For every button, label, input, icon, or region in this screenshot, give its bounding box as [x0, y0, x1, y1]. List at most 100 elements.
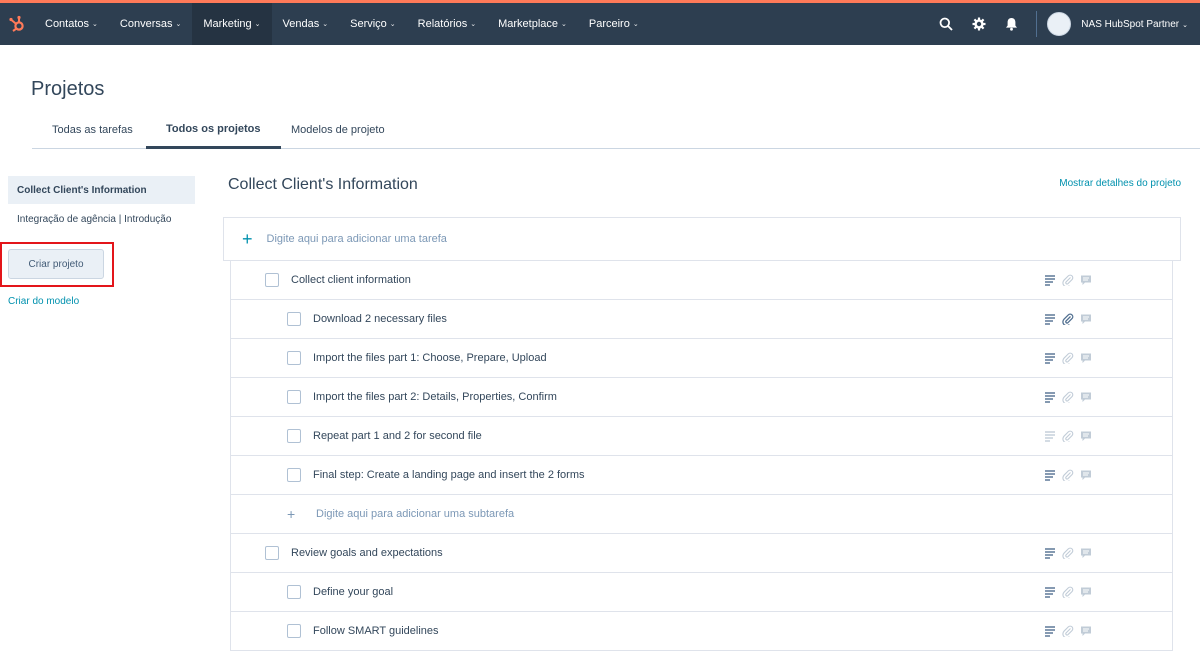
- nav-divider: [1036, 11, 1038, 37]
- tab-project-templates[interactable]: Modelos de projeto: [271, 112, 405, 148]
- nav-relatorios[interactable]: Relatórios ⌄: [407, 3, 487, 45]
- task-row[interactable]: Define your goal: [231, 573, 1172, 612]
- task-icons: [1044, 352, 1092, 364]
- comment-icon[interactable]: [1080, 547, 1092, 559]
- task-row[interactable]: Final step: Create a landing page and in…: [231, 456, 1172, 495]
- search-icon[interactable]: [929, 3, 962, 45]
- task-label: Import the files part 2: Details, Proper…: [313, 391, 557, 403]
- task-checkbox[interactable]: [287, 312, 301, 326]
- attachment-icon[interactable]: [1062, 586, 1074, 598]
- nav-label: Marketing: [203, 18, 252, 30]
- task-row[interactable]: Import the files part 1: Choose, Prepare…: [231, 339, 1172, 378]
- task-label: Follow SMART guidelines: [313, 625, 439, 637]
- top-navigation: Contatos ⌄ Conversas ⌄ Marketing ⌄ Vendas ⌄ …: [0, 3, 1200, 45]
- task-checkbox[interactable]: [287, 390, 301, 404]
- comment-icon[interactable]: [1080, 352, 1092, 364]
- nav-label: Conversas: [119, 18, 173, 30]
- task-checkbox[interactable]: [265, 546, 279, 560]
- task-checkbox[interactable]: [287, 351, 301, 365]
- sidebar-item-agency-integration[interactable]: Integração de agência | Introdução: [8, 205, 195, 233]
- bell-icon[interactable]: [995, 3, 1028, 45]
- task-checkbox[interactable]: [265, 273, 279, 287]
- plus-icon: +: [287, 506, 296, 522]
- description-icon[interactable]: [1044, 586, 1056, 598]
- task-label: Review goals and expectations: [291, 547, 443, 559]
- task-row[interactable]: Download 2 necessary files: [231, 300, 1172, 339]
- task-checkbox[interactable]: [287, 468, 301, 482]
- gear-icon[interactable]: [962, 3, 995, 45]
- task-row[interactable]: Repeat part 1 and 2 for second file: [231, 417, 1172, 456]
- task-icons: [1044, 430, 1092, 442]
- description-icon[interactable]: [1044, 313, 1056, 325]
- nav-marketplace[interactable]: Marketplace ⌄: [487, 3, 578, 45]
- task-row[interactable]: Collect client information: [231, 261, 1172, 300]
- comment-icon[interactable]: [1080, 313, 1092, 325]
- chevron-down-icon: ⌄: [322, 21, 329, 28]
- nav-servico[interactable]: Serviço ⌄: [339, 3, 407, 45]
- chevron-down-icon: ⌄: [561, 21, 567, 28]
- account-menu[interactable]: NAS HubSpot Partner ⌄: [1081, 19, 1188, 30]
- comment-icon[interactable]: [1080, 391, 1092, 403]
- chevron-down-icon: ⌄: [470, 21, 477, 28]
- description-icon[interactable]: [1044, 391, 1056, 403]
- attachment-icon[interactable]: [1062, 313, 1074, 325]
- attachment-icon[interactable]: [1062, 547, 1074, 559]
- task-label: Collect client information: [291, 274, 411, 286]
- nav-vendas[interactable]: Vendas ⌄: [272, 3, 340, 45]
- add-task-input[interactable]: + Digite aqui para adicionar uma tarefa: [223, 217, 1181, 261]
- attachment-icon[interactable]: [1062, 469, 1074, 481]
- avatar[interactable]: [1047, 12, 1072, 36]
- task-label: Define your goal: [313, 586, 394, 598]
- attachment-icon[interactable]: [1062, 274, 1074, 286]
- task-checkbox[interactable]: [287, 624, 301, 638]
- nav-contatos[interactable]: Contatos ⌄: [34, 3, 109, 45]
- show-project-details-link[interactable]: Mostrar detalhes do projeto: [1059, 178, 1181, 189]
- tab-all-tasks[interactable]: Todas as tarefas: [32, 112, 153, 148]
- chevron-down-icon: ⌄: [254, 21, 261, 28]
- task-label: Final step: Create a landing page and in…: [313, 469, 585, 481]
- attachment-icon[interactable]: [1062, 352, 1074, 364]
- create-project-button[interactable]: Criar projeto: [8, 249, 104, 279]
- chevron-down-icon: ⌄: [175, 21, 182, 28]
- description-icon[interactable]: [1044, 274, 1056, 286]
- add-subtask-placeholder: Digite aqui para adicionar uma subtarefa: [316, 508, 515, 520]
- hubspot-logo-icon[interactable]: [0, 3, 34, 45]
- comment-icon[interactable]: [1080, 469, 1092, 481]
- create-from-template-link[interactable]: Criar do modelo: [8, 296, 79, 307]
- comment-icon[interactable]: [1080, 274, 1092, 286]
- task-label: Repeat part 1 and 2 for second file: [313, 430, 482, 442]
- description-icon[interactable]: [1044, 547, 1056, 559]
- description-icon[interactable]: [1044, 352, 1056, 364]
- nav-label: Contatos: [45, 18, 90, 30]
- attachment-icon[interactable]: [1062, 625, 1074, 637]
- comment-icon[interactable]: [1080, 586, 1092, 598]
- task-row[interactable]: Review goals and expectations: [231, 534, 1172, 573]
- task-icons: [1044, 586, 1092, 598]
- add-subtask-input[interactable]: + Digite aqui para adicionar uma subtare…: [231, 495, 1172, 534]
- task-checkbox[interactable]: [287, 585, 301, 599]
- comment-icon[interactable]: [1080, 625, 1092, 637]
- task-row[interactable]: Follow SMART guidelines: [231, 612, 1172, 651]
- sidebar-item-collect-client[interactable]: Collect Client's Information: [8, 176, 195, 204]
- task-icons: [1044, 313, 1092, 325]
- chevron-down-icon: ⌄: [1182, 21, 1188, 29]
- tab-all-projects[interactable]: Todos os projetos: [146, 112, 281, 149]
- attachment-icon[interactable]: [1062, 430, 1074, 442]
- task-row[interactable]: Import the files part 2: Details, Proper…: [231, 378, 1172, 417]
- task-icons: [1044, 391, 1092, 403]
- chevron-down-icon: ⌄: [632, 21, 639, 28]
- task-icons: [1044, 547, 1092, 559]
- comment-icon[interactable]: [1080, 430, 1092, 442]
- attachment-icon[interactable]: [1062, 391, 1074, 403]
- chevron-down-icon: ⌄: [389, 21, 396, 28]
- description-icon[interactable]: [1044, 430, 1056, 442]
- task-checkbox[interactable]: [287, 429, 301, 443]
- nav-label: Relatórios: [417, 18, 468, 30]
- nav-parceiro[interactable]: Parceiro ⌄: [578, 3, 650, 45]
- nav-label: Vendas: [282, 18, 320, 30]
- description-icon[interactable]: [1044, 625, 1056, 637]
- task-label: Download 2 necessary files: [313, 313, 447, 325]
- nav-marketing[interactable]: Marketing ⌄: [192, 3, 272, 45]
- description-icon[interactable]: [1044, 469, 1056, 481]
- nav-conversas[interactable]: Conversas ⌄: [109, 3, 192, 45]
